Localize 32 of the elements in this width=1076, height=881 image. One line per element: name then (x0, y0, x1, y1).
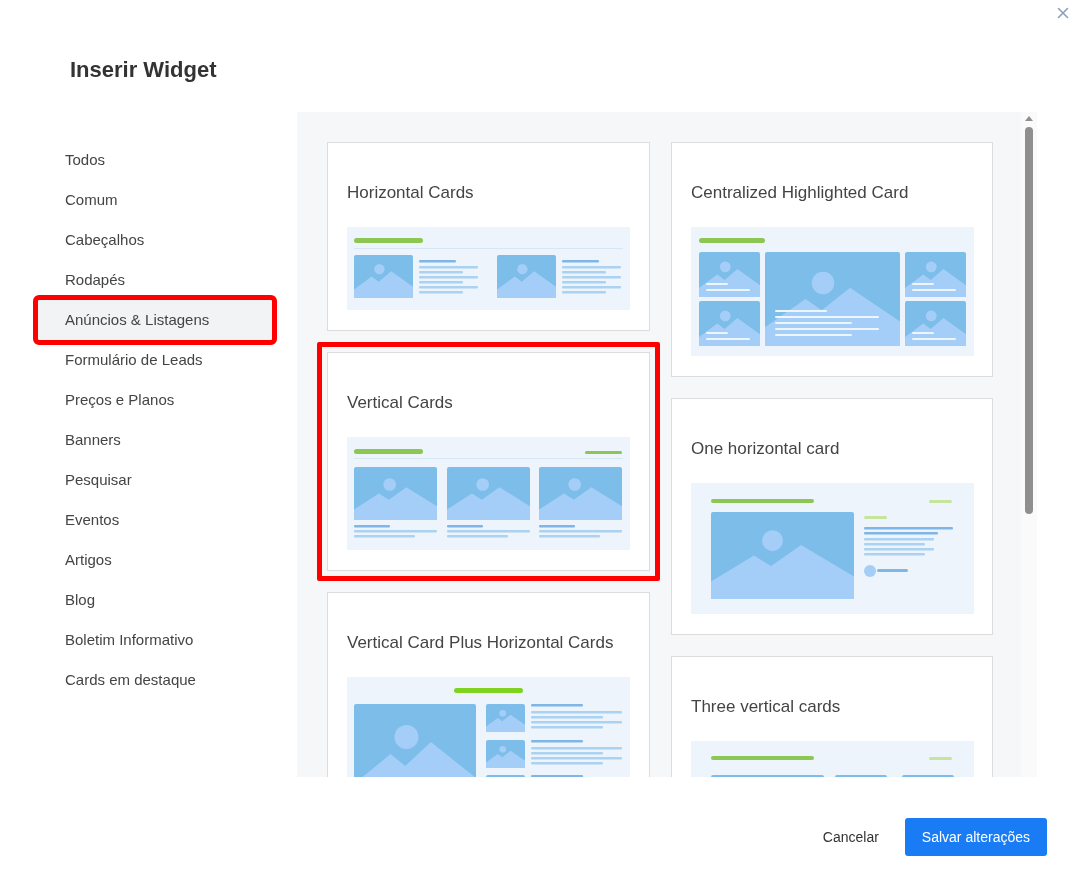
sidebar-item[interactable]: Pesquisar (38, 460, 272, 500)
card-title: One horizontal card (691, 438, 841, 460)
sidebar-item[interactable]: Cards em destaque (38, 660, 272, 700)
card-title: Vertical Card Plus Horizontal Cards (347, 632, 615, 654)
cancel-button[interactable]: Cancelar (810, 818, 891, 856)
sidebar-item[interactable]: Formulário de Leads (38, 340, 272, 380)
close-button[interactable] (1057, 7, 1069, 19)
scrollbar-thumb[interactable] (1025, 127, 1033, 514)
sidebar-item[interactable]: Comum (38, 180, 272, 220)
save-button[interactable]: Salvar alterações (904, 818, 1047, 856)
sidebar-item[interactable]: Banners (38, 420, 272, 460)
sidebar-item[interactable]: Todos (38, 140, 272, 180)
close-icon (1057, 7, 1069, 19)
widget-card[interactable]: Centralized Highlighted Card (671, 142, 993, 377)
sidebar-item[interactable]: Blog (38, 580, 272, 620)
widget-card[interactable]: One horizontal card (671, 398, 993, 635)
sidebar-item[interactable]: Artigos (38, 540, 272, 580)
sidebar-item[interactable]: Cabeçalhos (38, 220, 272, 260)
card-title: Centralized Highlighted Card (691, 182, 910, 204)
widget-card[interactable]: Vertical Cards (327, 352, 650, 571)
sidebar-item[interactable]: Rodapés (38, 260, 272, 300)
sidebar-item[interactable]: Boletim Informativo (38, 620, 272, 660)
card-title: Vertical Cards (347, 392, 454, 414)
widget-card[interactable]: Vertical Card Plus Horizontal Cards (327, 592, 650, 777)
widget-card[interactable]: Three vertical cards (671, 656, 993, 777)
dialog-title: Inserir Widget (70, 56, 218, 84)
card-title: Horizontal Cards (347, 182, 475, 204)
widget-card[interactable]: Horizontal Cards (327, 142, 650, 331)
sidebar-item[interactable]: Eventos (38, 500, 272, 540)
scroll-up-icon[interactable] (1025, 116, 1033, 121)
sidebar-item[interactable]: Preços e Planos (38, 380, 272, 420)
card-title: Three vertical cards (691, 696, 842, 718)
